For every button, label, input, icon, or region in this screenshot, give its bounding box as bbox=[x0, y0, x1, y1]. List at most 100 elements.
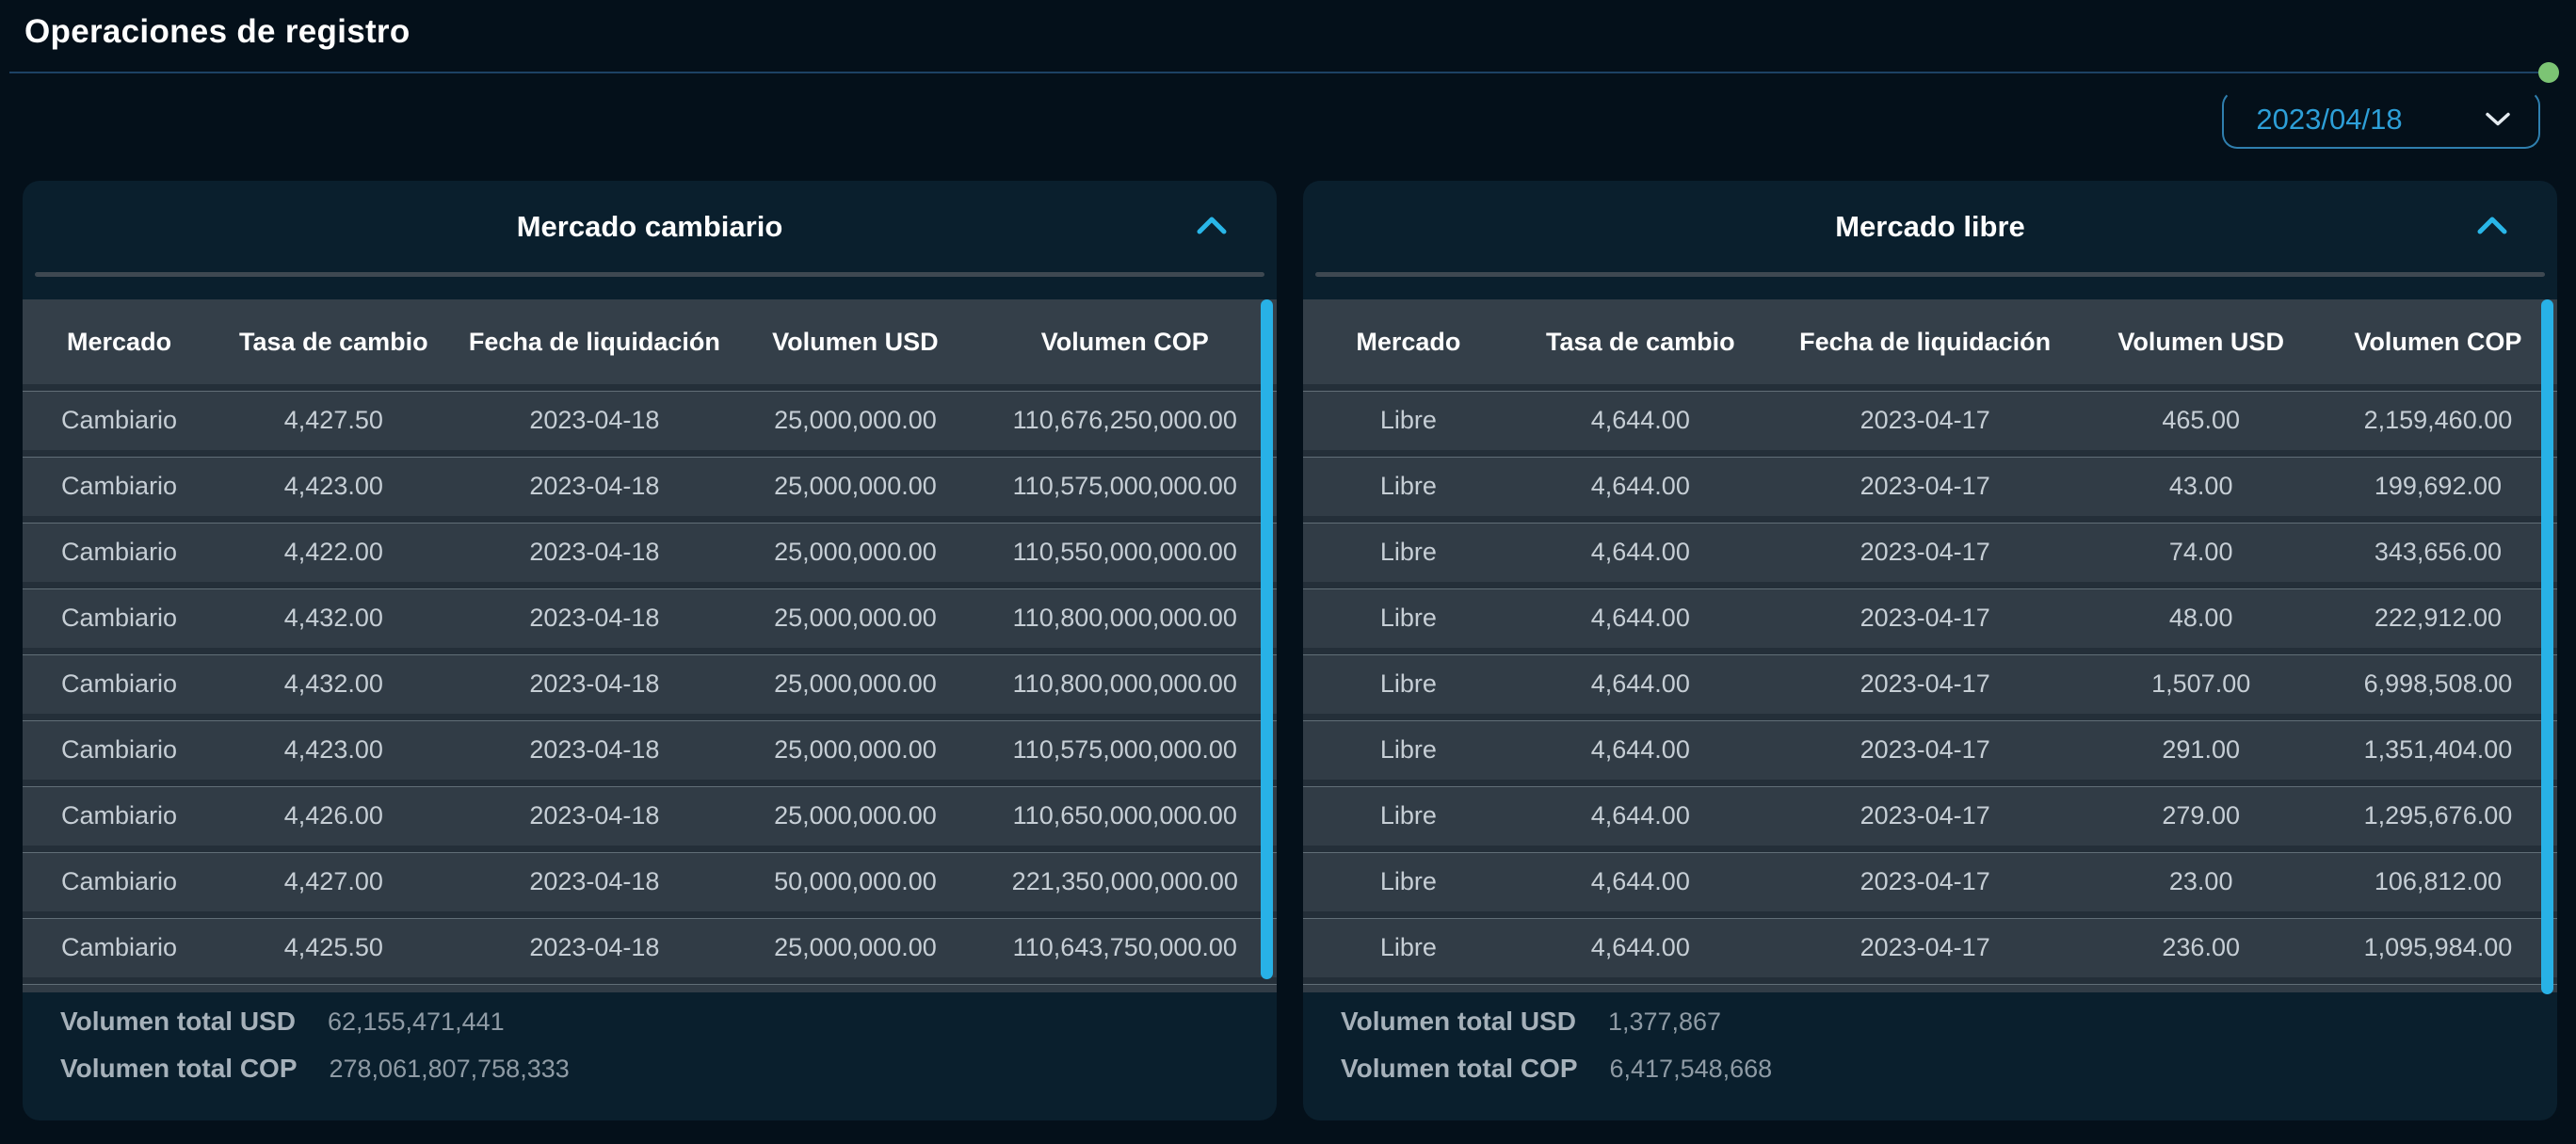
cell-tasa-de-cambio: 4,644.00 bbox=[1514, 735, 1767, 765]
cell-tasa-de-cambio: 4,423.00 bbox=[216, 735, 451, 765]
panel-footer: Volumen total USD 62,155,471,441 Volumen… bbox=[23, 992, 1277, 1092]
total-cop-value: 6,417,548,668 bbox=[1610, 1055, 1773, 1084]
panel-title: Mercado libre bbox=[1835, 210, 2025, 244]
cell-volumen-cop: 1,351,404.00 bbox=[2319, 735, 2557, 765]
cell-volumen-usd: 43.00 bbox=[2083, 472, 2318, 501]
panel-title: Mercado cambiario bbox=[517, 210, 783, 244]
table-row: Libre 4,644.00 2023-04-17 48.00 222,912.… bbox=[1303, 582, 2557, 648]
cell-volumen-cop: 110,650,000,000.00 bbox=[974, 801, 1277, 830]
cell-tasa-de-cambio: 4,644.00 bbox=[1514, 867, 1767, 896]
cell-volumen-cop: 1,095,984.00 bbox=[2319, 933, 2557, 962]
panels-container: Mercado cambiario Mercado Tasa de cambio… bbox=[23, 181, 2557, 1120]
column-header-tasa: Tasa de cambio bbox=[216, 328, 451, 357]
cell-tasa-de-cambio: 4,425.50 bbox=[216, 933, 451, 962]
cell-mercado: Libre bbox=[1303, 472, 1514, 501]
table-row: Cambiario 4,423.00 2023-04-18 25,000,000… bbox=[23, 714, 1277, 780]
cell-fecha-de-liquidacion: 2023-04-17 bbox=[1767, 472, 2084, 501]
cell-volumen-usd: 25,000,000.00 bbox=[737, 538, 973, 567]
total-usd-label: Volumen total USD bbox=[1341, 1007, 1576, 1037]
table-row: Cambiario 4,427.00 2023-04-18 50,000,000… bbox=[23, 846, 1277, 911]
date-select-value: 2023/04/18 bbox=[2256, 103, 2402, 137]
cell-volumen-usd: 25,000,000.00 bbox=[737, 801, 973, 830]
cell-fecha-de-liquidacion: 2023-04-17 bbox=[1767, 406, 2084, 435]
panel-header: Mercado libre bbox=[1303, 181, 2557, 272]
cell-mercado: Cambiario bbox=[23, 867, 216, 896]
total-cop-label: Volumen total COP bbox=[1341, 1054, 1578, 1084]
cell-mercado: Libre bbox=[1303, 669, 1514, 699]
cell-fecha-de-liquidacion: 2023-04-17 bbox=[1767, 538, 2084, 567]
clipped-row bbox=[1303, 977, 2557, 992]
cell-mercado: Cambiario bbox=[23, 472, 216, 501]
cell-mercado: Libre bbox=[1303, 406, 1514, 435]
table-row: Cambiario 4,425.50 2023-04-18 25,000,000… bbox=[23, 911, 1277, 977]
scrollbar-thumb[interactable] bbox=[1261, 299, 1273, 979]
cell-mercado: Cambiario bbox=[23, 933, 216, 962]
collapse-button[interactable] bbox=[1190, 210, 1233, 244]
panel-mercado-cambiario: Mercado cambiario Mercado Tasa de cambio… bbox=[23, 181, 1277, 1120]
date-select[interactable]: 2023/04/18 bbox=[2222, 90, 2540, 149]
column-header-volumen-cop: Volumen COP bbox=[974, 328, 1277, 357]
table-row: Cambiario 4,427.50 2023-04-18 25,000,000… bbox=[23, 384, 1277, 450]
cell-mercado: Libre bbox=[1303, 801, 1514, 830]
cell-mercado: Cambiario bbox=[23, 735, 216, 765]
cell-volumen-cop: 1,295,676.00 bbox=[2319, 801, 2557, 830]
cell-tasa-de-cambio: 4,422.00 bbox=[216, 538, 451, 567]
green-indicator-dot bbox=[2538, 62, 2559, 83]
panel-mercado-libre: Mercado libre Mercado Tasa de cambio Fec… bbox=[1303, 181, 2557, 1120]
panel-header-divider bbox=[1315, 272, 2545, 277]
column-header-tasa: Tasa de cambio bbox=[1514, 328, 1767, 357]
table-row: Libre 4,644.00 2023-04-17 279.00 1,295,6… bbox=[1303, 780, 2557, 846]
table-row: Cambiario 4,426.00 2023-04-18 25,000,000… bbox=[23, 780, 1277, 846]
table-row: Libre 4,644.00 2023-04-17 1,507.00 6,998… bbox=[1303, 648, 2557, 714]
table-row: Libre 4,644.00 2023-04-17 43.00 199,692.… bbox=[1303, 450, 2557, 516]
table-row: Cambiario 4,423.00 2023-04-18 25,000,000… bbox=[23, 450, 1277, 516]
cell-volumen-usd: 25,000,000.00 bbox=[737, 669, 973, 699]
cell-tasa-de-cambio: 4,644.00 bbox=[1514, 933, 1767, 962]
cell-tasa-de-cambio: 4,644.00 bbox=[1514, 604, 1767, 633]
cell-tasa-de-cambio: 4,432.00 bbox=[216, 604, 451, 633]
cell-volumen-usd: 291.00 bbox=[2083, 735, 2318, 765]
panel-header-divider bbox=[35, 272, 1264, 277]
cell-mercado: Libre bbox=[1303, 538, 1514, 567]
cell-volumen-usd: 465.00 bbox=[2083, 406, 2318, 435]
cell-fecha-de-liquidacion: 2023-04-18 bbox=[452, 669, 738, 699]
chevron-up-icon bbox=[1196, 216, 1228, 238]
table-body: Libre 4,644.00 2023-04-17 465.00 2,159,4… bbox=[1303, 384, 2557, 977]
table-row: Libre 4,644.00 2023-04-17 23.00 106,812.… bbox=[1303, 846, 2557, 911]
page-title: Operaciones de registro bbox=[24, 13, 411, 51]
cell-volumen-usd: 48.00 bbox=[2083, 604, 2318, 633]
cell-volumen-cop: 110,800,000,000.00 bbox=[974, 669, 1277, 699]
page: Operaciones de registro 2023/04/18 Merca… bbox=[0, 0, 2576, 1144]
cell-fecha-de-liquidacion: 2023-04-17 bbox=[1767, 867, 2084, 896]
cell-tasa-de-cambio: 4,423.00 bbox=[216, 472, 451, 501]
cell-tasa-de-cambio: 4,644.00 bbox=[1514, 538, 1767, 567]
cell-mercado: Libre bbox=[1303, 867, 1514, 896]
column-header-mercado: Mercado bbox=[1303, 328, 1514, 357]
cell-mercado: Libre bbox=[1303, 933, 1514, 962]
table-row: Cambiario 4,422.00 2023-04-18 25,000,000… bbox=[23, 516, 1277, 582]
cell-tasa-de-cambio: 4,427.00 bbox=[216, 867, 451, 896]
scrollbar-thumb[interactable] bbox=[2541, 299, 2553, 994]
cell-tasa-de-cambio: 4,644.00 bbox=[1514, 406, 1767, 435]
collapse-button[interactable] bbox=[2471, 210, 2514, 244]
table-body: Cambiario 4,427.50 2023-04-18 25,000,000… bbox=[23, 384, 1277, 977]
cell-volumen-cop: 199,692.00 bbox=[2319, 472, 2557, 501]
cell-fecha-de-liquidacion: 2023-04-17 bbox=[1767, 801, 2084, 830]
cell-volumen-usd: 25,000,000.00 bbox=[737, 604, 973, 633]
cell-fecha-de-liquidacion: 2023-04-18 bbox=[452, 538, 738, 567]
title-divider bbox=[9, 72, 2557, 73]
cell-volumen-usd: 50,000,000.00 bbox=[737, 867, 973, 896]
cell-mercado: Libre bbox=[1303, 735, 1514, 765]
column-header-volumen-usd: Volumen USD bbox=[2083, 328, 2318, 357]
table-mercado-libre: Mercado Tasa de cambio Fecha de liquidac… bbox=[1303, 299, 2557, 992]
table-header-row: Mercado Tasa de cambio Fecha de liquidac… bbox=[1303, 299, 2557, 384]
total-usd-value: 62,155,471,441 bbox=[328, 1007, 505, 1037]
cell-volumen-cop: 222,912.00 bbox=[2319, 604, 2557, 633]
cell-mercado: Cambiario bbox=[23, 604, 216, 633]
chevron-up-icon bbox=[2476, 216, 2508, 238]
clipped-row bbox=[23, 977, 1277, 992]
cell-fecha-de-liquidacion: 2023-04-17 bbox=[1767, 933, 2084, 962]
table-row: Libre 4,644.00 2023-04-17 74.00 343,656.… bbox=[1303, 516, 2557, 582]
cell-volumen-usd: 279.00 bbox=[2083, 801, 2318, 830]
table-header-row: Mercado Tasa de cambio Fecha de liquidac… bbox=[23, 299, 1277, 384]
